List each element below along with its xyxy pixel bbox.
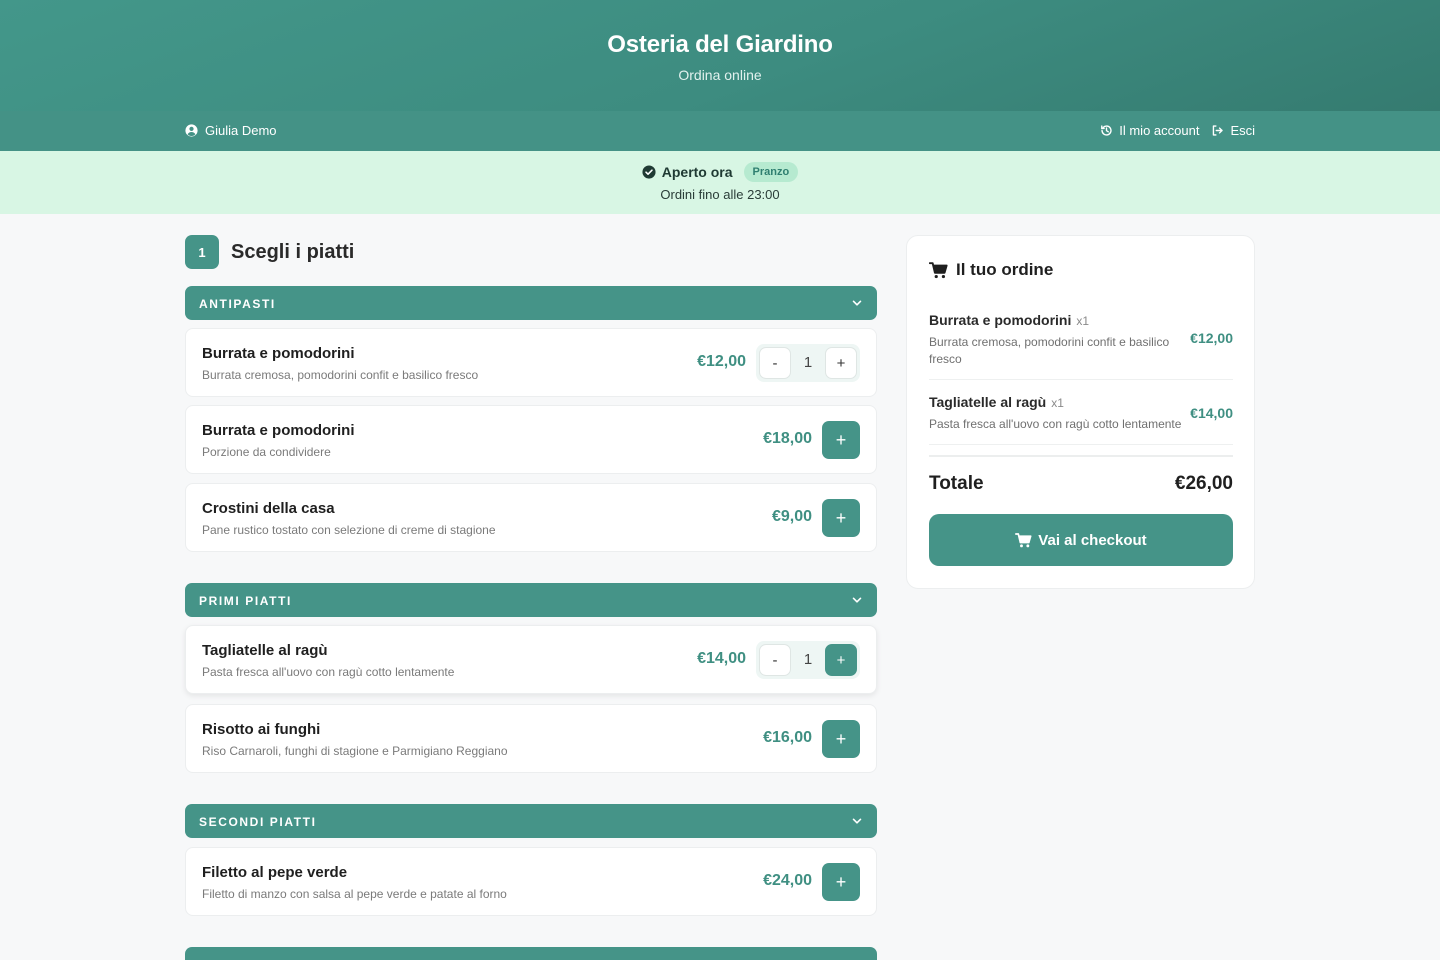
logout-icon [1213, 125, 1224, 136]
cart-icon [1015, 532, 1032, 547]
category-primi-piatti-header[interactable]: PRIMI PIATTI [185, 583, 877, 617]
menu-item-name: Burrata e pomodorini [202, 422, 355, 439]
order-line: Tagliatelle al ragù x1 Pasta fresca all'u… [929, 394, 1233, 433]
increase-quantity-button[interactable]: + [825, 644, 857, 676]
step-title: Scegli i piatti [231, 240, 355, 263]
order-line-description: Pasta fresca all'uovo con ragù cotto len… [929, 417, 1182, 431]
menu-item-price: €16,00 [763, 729, 812, 746]
open-status-label: Aperto ora [661, 164, 733, 180]
category-name: PRIMI PIATTI [199, 594, 292, 608]
order-line: Burrata e pomodorini x1 Burrata cremosa, … [929, 312, 1233, 368]
order-line-price: €12,00 [1190, 330, 1233, 346]
restaurant-subtitle: Ordina online [678, 67, 762, 83]
menu-item-description: Pane rustico tostato con selezione di cr… [202, 523, 496, 537]
menu-item: Risotto ai funghi Riso Carnaroli, funghi… [185, 704, 877, 773]
chevron-down-icon [852, 597, 862, 603]
order-hours-text: Ordini fino alle 23:00 [660, 187, 780, 202]
order-summary-card: Il tuo ordine Burrata e pomodorini x1 Bur… [906, 235, 1255, 589]
order-line-name: Burrata e pomodorini [929, 312, 1072, 328]
step-header: 1 Scegli i piatti [185, 235, 354, 269]
open-status-banner: Aperto ora Pranzo Ordini fino alle 23:00 [0, 151, 1440, 214]
menu-item: Crostini della casa Pane rustico tostato… [185, 483, 877, 552]
user-info: Giulia Demo [185, 123, 277, 138]
menu-item-price: €9,00 [771, 508, 812, 525]
category-antipasti-header[interactable]: ANTIPASTI [185, 286, 877, 320]
menu-item-price: €18,00 [763, 430, 812, 447]
user-name: Giulia Demo [205, 123, 277, 138]
add-to-order-button[interactable]: + [822, 863, 860, 901]
menu-item-price: €12,00 [697, 353, 746, 370]
chevron-down-icon [852, 300, 862, 306]
order-line-divider [929, 379, 1233, 380]
order-line-divider [929, 444, 1233, 445]
history-icon [1101, 125, 1112, 136]
order-line-qty: x1 [1051, 396, 1064, 410]
order-total: Totale €26,00 [929, 473, 1233, 495]
menu-item-name: Tagliatelle al ragù [202, 642, 328, 659]
menu-item-name: Risotto ai funghi [202, 721, 321, 738]
checkout-button[interactable]: Vai al checkout [929, 514, 1233, 566]
category-name: SECONDI PIATTI [199, 815, 317, 829]
order-line-price: €14,00 [1190, 405, 1233, 421]
menu-item-description: Filetto di manzo con salsa al pepe verde… [202, 887, 507, 901]
menu-item-name: Crostini della casa [202, 500, 335, 517]
menu-item-name: Burrata e pomodorini [202, 345, 355, 362]
service-badge: Pranzo [743, 162, 799, 182]
menu-item: Burrata e pomodorini Porzione da condivi… [185, 405, 877, 474]
category-name: ANTIPASTI [199, 297, 276, 311]
category-header-partial[interactable] [185, 947, 877, 960]
user-bar: Giulia Demo Il mio account Esci [0, 111, 1440, 151]
order-line-qty: x1 [1076, 314, 1090, 328]
menu-item: Filetto al pepe verde Filetto di manzo c… [185, 847, 877, 916]
order-total-label: Totale [929, 473, 984, 494]
quantity-stepper: - 1 + [756, 344, 860, 382]
account-link[interactable]: Il mio account [1100, 123, 1199, 138]
step-number: 1 [185, 235, 219, 269]
menu-item: Tagliatelle al ragù Pasta fresca all'uov… [185, 625, 877, 694]
total-divider [929, 455, 1233, 457]
order-title-label: Il tuo ordine [956, 260, 1054, 279]
order-line-name: Tagliatelle al ragù [929, 394, 1047, 410]
category-secondi-piatti-header[interactable]: SECONDI PIATTI [185, 804, 877, 838]
menu-item-description: Riso Carnaroli, funghi di stagione e Par… [202, 744, 508, 758]
menu-item-description: Burrata cremosa, pomodorini confit e bas… [202, 368, 479, 382]
order-total-value: €26,00 [1174, 473, 1233, 494]
add-to-order-button[interactable]: + [822, 421, 860, 459]
chevron-down-icon [852, 818, 862, 824]
menu-item-price: €24,00 [763, 872, 812, 889]
order-summary-title: Il tuo ordine [929, 260, 1053, 280]
add-to-order-button[interactable]: + [822, 499, 860, 537]
account-link-label: Il mio account [1119, 123, 1200, 138]
menu-item-price: €14,00 [697, 650, 746, 667]
menu-item: Burrata e pomodorini Burrata cremosa, po… [185, 328, 877, 397]
restaurant-title: Osteria del Giardino [607, 31, 833, 58]
add-to-order-button[interactable]: + [822, 720, 860, 758]
logout-link[interactable]: Esci [1211, 123, 1255, 138]
cart-icon [929, 261, 948, 278]
menu-item-description: Pasta fresca all'uovo con ragù cotto len… [202, 665, 455, 679]
order-line-description: Burrata cremosa, pomodorini confit e bas… [929, 335, 1170, 366]
logout-link-label: Esci [1230, 123, 1255, 138]
check-circle-icon [642, 165, 656, 179]
checkout-button-label: Vai al checkout [1038, 531, 1147, 549]
quantity-stepper: - 1 + [756, 641, 860, 679]
restaurant-header: Osteria del Giardino Ordina online [0, 0, 1440, 111]
user-circle-icon [185, 124, 198, 137]
menu-item-name: Filetto al pepe verde [202, 864, 348, 881]
menu-item-description: Porzione da condividere [202, 445, 331, 459]
increase-quantity-button[interactable]: + [825, 347, 857, 379]
